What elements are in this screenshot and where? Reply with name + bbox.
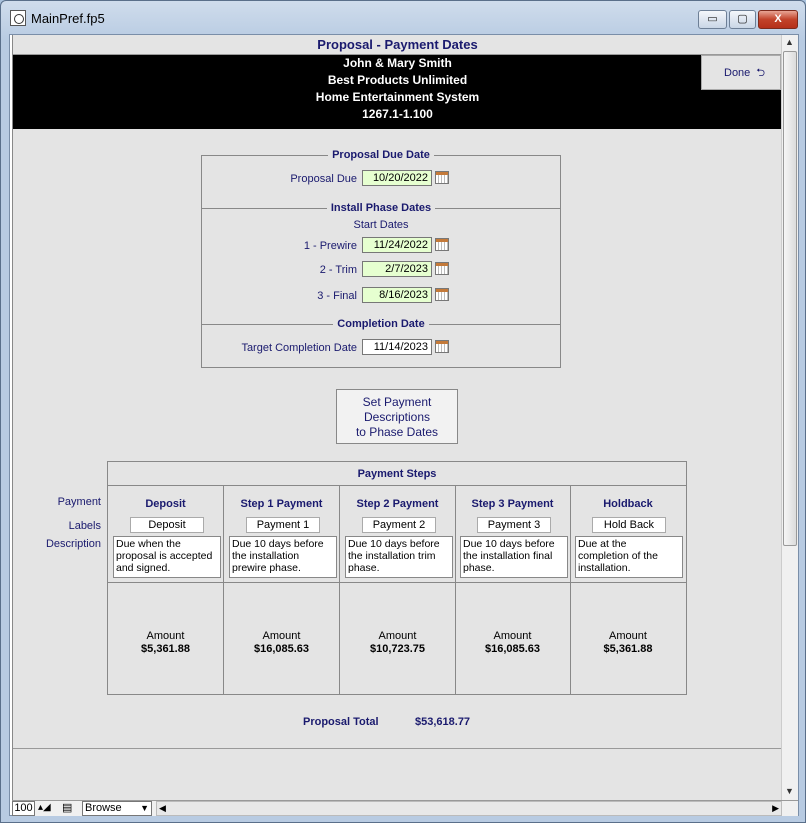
minimize-button[interactable]: ▭	[698, 10, 727, 29]
company-name: Best Products Unlimited	[327, 73, 468, 87]
set-button-line1: Set Payment	[362, 395, 432, 409]
proposal-due-field[interactable]: 10/20/2022	[362, 170, 432, 186]
page-title: Proposal - Payment Dates	[13, 35, 781, 55]
client-name: John & Mary Smith	[343, 56, 452, 70]
divider	[13, 748, 781, 749]
calendar-icon[interactable]	[435, 238, 449, 251]
vertical-scrollbar[interactable]: ▲ ▼	[781, 35, 798, 800]
calendar-icon[interactable]	[435, 288, 449, 301]
zoom-icon[interactable]: ▴◢	[38, 802, 51, 813]
payment-steps-table: Payment Steps Deposit Deposit Due when t…	[107, 461, 687, 695]
step-label-field[interactable]: Payment 1	[246, 517, 320, 533]
trim-label: 2 - Trim	[319, 264, 357, 276]
proposal-due-title: Proposal Due Date	[328, 149, 434, 161]
amount-label: Amount	[609, 630, 647, 642]
layout-content: Proposal - Payment Dates John & Mary Smi…	[12, 35, 781, 800]
horizontal-scrollbar[interactable]: ◀ ▶	[156, 801, 782, 816]
calendar-icon[interactable]	[435, 340, 449, 353]
calendar-icon[interactable]	[435, 171, 449, 184]
step-label-field[interactable]: Hold Back	[592, 517, 666, 533]
completion-title: Completion Date	[333, 318, 429, 330]
scroll-thumb[interactable]	[783, 51, 797, 546]
final-label: 3 - Final	[317, 290, 357, 302]
step-label-field[interactable]: Payment 2	[362, 517, 436, 533]
mode-value: Browse	[85, 802, 122, 814]
amount-label: Amount	[493, 630, 532, 642]
step-name: Step 3 Payment	[471, 498, 554, 510]
proposal-total-label: Proposal Total	[303, 716, 379, 728]
step-amount: $16,085.63	[253, 643, 310, 655]
completion-label: Target Completion Date	[241, 342, 357, 354]
client-info-band: John & Mary Smith Best Products Unlimite…	[13, 55, 781, 129]
step-description-field[interactable]: Due at the completion of the installatio…	[575, 536, 683, 578]
labels-side-label: Labels	[68, 520, 101, 532]
set-payment-descriptions-button[interactable]: Set Payment Descriptions to Phase Dates	[336, 389, 458, 444]
amount-label: Amount	[146, 630, 185, 642]
zoom-level[interactable]: 100	[12, 801, 35, 816]
scroll-left-icon[interactable]: ◀	[159, 803, 166, 814]
install-phase-section: Install Phase Dates Start Dates 1 - Prew…	[202, 202, 560, 324]
filemaker-document-icon	[10, 10, 26, 26]
completion-section: Completion Date Target Completion Date 1…	[202, 318, 560, 368]
step-description-field[interactable]: Due 10 days before the installation prew…	[229, 536, 337, 578]
prewire-label: 1 - Prewire	[303, 240, 357, 252]
calendar-icon[interactable]	[435, 262, 449, 275]
step-label-field[interactable]: Payment 3	[477, 517, 551, 533]
client-area: Proposal - Payment Dates John & Mary Smi…	[9, 34, 799, 816]
done-label: Done	[724, 67, 751, 79]
title-bar[interactable]: MainPref.fp5 ▭ ▢ X	[1, 1, 805, 35]
app-window: MainPref.fp5 ▭ ▢ X Proposal - Payment Da…	[0, 0, 806, 823]
step-name: Holdback	[603, 498, 653, 510]
proposal-due-section: Proposal Due Date Proposal Due 10/20/202…	[202, 149, 560, 208]
mode-select[interactable]: Browse ▼	[82, 801, 152, 816]
chevron-down-icon: ▼	[140, 803, 149, 813]
final-date-field[interactable]: 8/16/2023	[362, 287, 432, 303]
proposal-total-value: $53,618.77	[415, 716, 471, 728]
project-name: Home Entertainment System	[315, 90, 480, 104]
step-name: Step 2 Payment	[356, 498, 439, 510]
done-button[interactable]: Done ⮌	[701, 55, 781, 90]
completion-date-field[interactable]: 11/14/2023	[362, 339, 432, 355]
payment-step-column: Deposit Deposit Due when the proposal is…	[108, 486, 224, 694]
step-name: Step 1 Payment	[240, 498, 323, 510]
payment-steps-title: Payment Steps	[108, 462, 686, 486]
set-button-line3: to Phase Dates	[355, 425, 439, 439]
amount-label: Amount	[378, 630, 417, 642]
step-label-field[interactable]: Deposit	[130, 517, 204, 533]
status-area-icon[interactable]: ▤	[62, 801, 72, 814]
status-bar: 100 ▴◢ ▤ Browse ▼ ◀ ▶	[12, 800, 798, 816]
step-amount: $5,361.88	[141, 643, 190, 655]
scroll-up-icon[interactable]: ▲	[785, 37, 794, 47]
payment-side-label: Payment	[57, 496, 101, 508]
install-phase-title: Install Phase Dates	[326, 202, 436, 214]
scroll-right-icon[interactable]: ▶	[772, 803, 779, 814]
step-name: Deposit	[145, 498, 186, 510]
payment-step-column: Step 2 Payment Payment 2 Due 10 days bef…	[340, 486, 456, 694]
trim-date-field[interactable]: 2/7/2023	[362, 261, 432, 277]
set-button-line2: Descriptions	[363, 410, 431, 424]
step-amount: $5,361.88	[603, 643, 653, 655]
amount-label: Amount	[262, 630, 301, 642]
payment-step-column: Step 1 Payment Payment 1 Due 10 days bef…	[224, 486, 340, 694]
step-amount: $10,723.75	[369, 643, 426, 655]
step-description-field[interactable]: Due 10 days before the installation trim…	[345, 536, 453, 578]
scroll-down-icon[interactable]: ▼	[785, 786, 794, 796]
dates-panel: Proposal Due Date Proposal Due 10/20/202…	[201, 149, 561, 368]
step-amount: $16,085.63	[484, 643, 541, 655]
maximize-button[interactable]: ▢	[729, 10, 756, 29]
return-arrow-icon: ⮌	[756, 67, 766, 79]
window-title: MainPref.fp5	[31, 11, 105, 26]
description-side-label: Description	[45, 538, 101, 550]
start-dates-label: Start Dates	[353, 219, 409, 231]
prewire-date-field[interactable]: 11/24/2022	[362, 237, 432, 253]
step-description-field[interactable]: Due 10 days before the installation fina…	[460, 536, 568, 578]
payment-step-column: Step 3 Payment Payment 3 Due 10 days bef…	[455, 486, 571, 694]
proposal-due-label: Proposal Due	[290, 173, 357, 185]
proposal-number: 1267.1-1.100	[362, 107, 433, 121]
close-button[interactable]: X	[758, 10, 798, 29]
payment-step-column: Holdback Hold Back Due at the completion…	[570, 486, 686, 694]
step-description-field[interactable]: Due when the proposal is accepted and si…	[113, 536, 221, 578]
